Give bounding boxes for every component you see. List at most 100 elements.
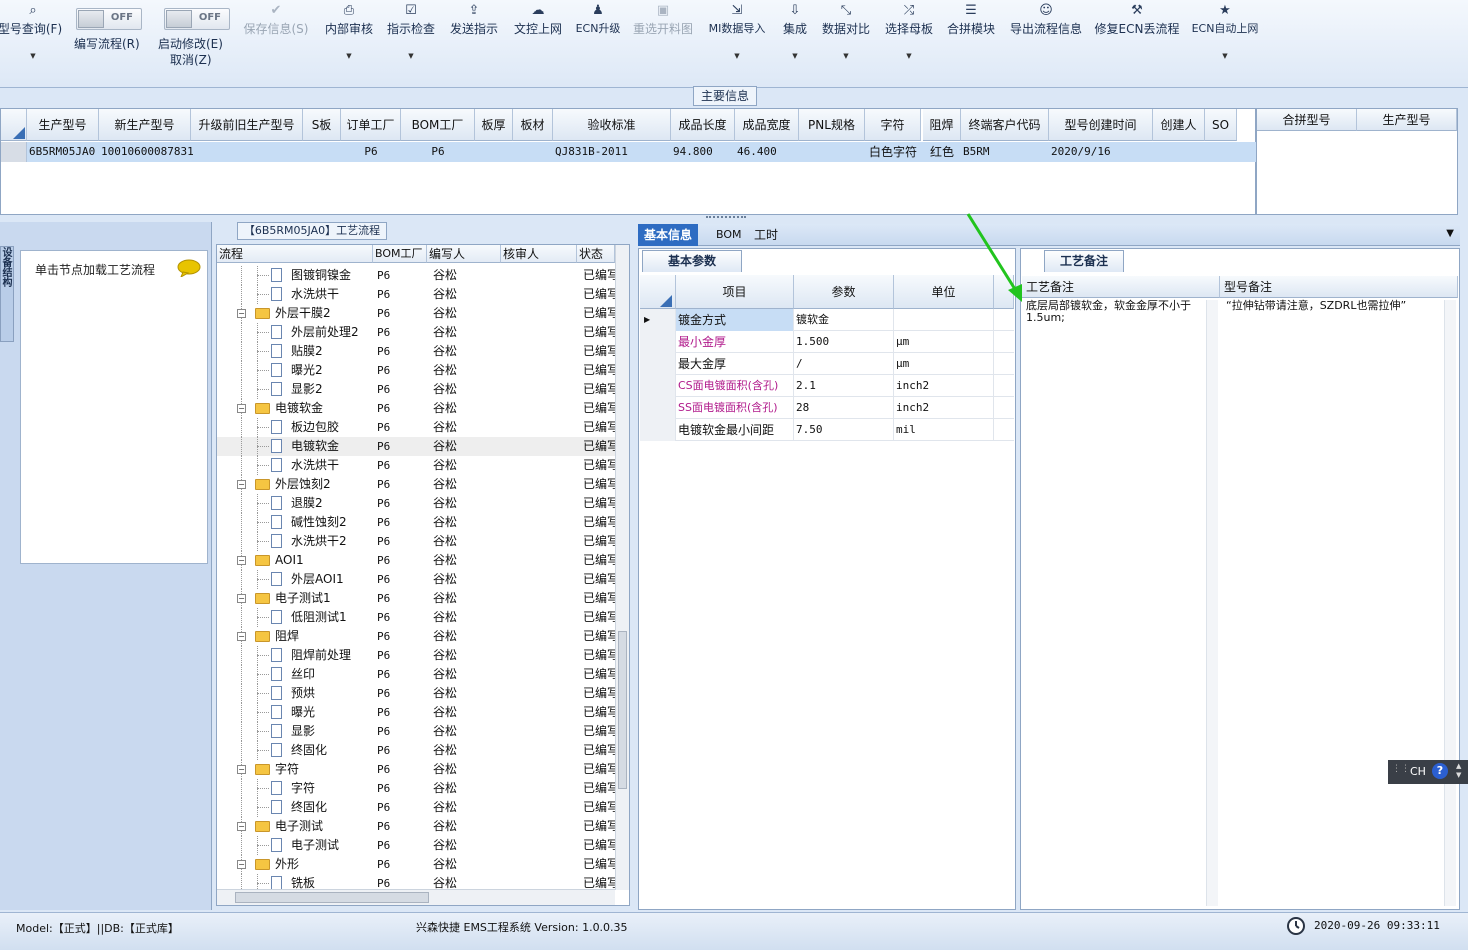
help-icon[interactable]: ? (1432, 763, 1448, 779)
tree-row[interactable]: 贴膜2 P6 谷松 已编写 (217, 342, 617, 361)
table-cell[interactable] (1155, 142, 1207, 162)
export-flow-info-button[interactable]: ☺ 导出流程信息 (1006, 0, 1086, 86)
column-header[interactable]: 字符 (865, 109, 921, 141)
table-cell[interactable]: P6 (401, 142, 475, 162)
table-cell[interactable] (305, 142, 343, 162)
table-cell[interactable]: 2020/9/16 (1051, 142, 1155, 162)
column-header[interactable]: 项目 (676, 275, 794, 309)
param-row[interactable]: CS面电镀面积(含孔) 2.1 inch2 (640, 375, 1014, 397)
tree-row[interactable]: 水洗烘干 P6 谷松 已编写 (217, 285, 617, 304)
tree-row[interactable]: 显影2 P6 谷松 已编写 (217, 380, 617, 399)
collapse-icon[interactable]: − (237, 765, 246, 774)
ecn-upgrade-button[interactable]: ♟ ECN升级 (574, 0, 622, 86)
model-note-scrollbar[interactable] (1444, 300, 1456, 906)
column-header[interactable]: 订单工厂 (341, 109, 401, 141)
column-header[interactable]: PNL规格 (799, 109, 865, 141)
tree-row[interactable]: 水洗烘干2 P6 谷松 已编写 (217, 532, 617, 551)
column-header[interactable]: 板材 (513, 109, 553, 141)
chevron-down-icon[interactable]: ▼ (1446, 228, 1454, 239)
column-header[interactable]: 工艺备注 (1022, 276, 1220, 298)
craft-note-scrollbar[interactable] (1206, 300, 1218, 906)
column-header[interactable]: 终端客户代码 (961, 109, 1049, 141)
select-motherboard-button[interactable]: ⤮ 选择母板 ▼ (882, 0, 936, 86)
column-header[interactable]: 成品宽度 (735, 109, 799, 141)
table-cell[interactable]: P6 (341, 142, 401, 162)
tree-row[interactable]: 低阻测试1 P6 谷松 已编写 (217, 608, 617, 627)
tab-basic-params[interactable]: 基本参数 (642, 250, 742, 272)
column-header[interactable]: 验收标准 (553, 109, 671, 141)
save-info-button[interactable]: ✔ 保存信息(S) (240, 0, 312, 86)
column-header[interactable]: S板 (303, 109, 341, 141)
column-header[interactable]: 编写人 (427, 245, 501, 263)
tree-row[interactable]: − 外形 P6 谷松 已编写 (217, 855, 617, 874)
tree-row[interactable]: 水洗烘干 P6 谷松 已编写 (217, 456, 617, 475)
column-header[interactable]: 生产型号 (27, 109, 99, 141)
tree-row[interactable]: − AOI1 P6 谷松 已编写 (217, 551, 617, 570)
param-value[interactable]: 7.50 (794, 419, 894, 441)
column-header[interactable]: 流程 (217, 245, 373, 263)
main-info-tab[interactable]: 主要信息 (693, 86, 757, 106)
collapse-icon[interactable]: − (237, 822, 246, 831)
merge-module-button[interactable]: ☰ 合拼模块 (944, 0, 998, 86)
param-value[interactable]: 1.500 (794, 331, 894, 353)
tree-row[interactable]: − 外层蚀刻2 P6 谷松 已编写 (217, 475, 617, 494)
table-cell[interactable] (1207, 142, 1239, 162)
integrate-button[interactable]: ⇩ 集成 ▼ (778, 0, 812, 86)
table-cell[interactable] (477, 142, 515, 162)
edit-flow-toggle[interactable]: OFF (76, 8, 142, 30)
tree-row[interactable]: 电子测试 P6 谷松 已编写 (217, 836, 617, 855)
tab-work-hours[interactable]: 工时 (748, 224, 784, 246)
param-row[interactable]: 最小金厚 1.500 μm (640, 331, 1014, 353)
table-cell[interactable]: 6B5RM05JA0 (29, 142, 101, 162)
column-header[interactable]: 创建人 (1153, 109, 1205, 141)
column-header[interactable]: 新生产型号 (99, 109, 191, 141)
column-header[interactable]: 生产型号 (1357, 109, 1457, 131)
tab-craft-notes[interactable]: 工艺备注 (1044, 250, 1124, 272)
column-header[interactable]: BOM工厂 (373, 245, 427, 263)
table-cell[interactable] (193, 142, 305, 162)
column-header[interactable]: 状态 (577, 245, 615, 263)
tree-row[interactable]: 显影 P6 谷松 已编写 (217, 722, 617, 741)
column-header[interactable]: 型号备注 (1220, 276, 1458, 298)
table-cell[interactable]: QJ831B-2011 (555, 142, 673, 162)
tree-vertical-scrollbar[interactable] (615, 245, 629, 890)
tree-row[interactable]: 阻焊前处理 P6 谷松 已编写 (217, 646, 617, 665)
internal-review-button[interactable]: ⎙ 内部审核 ▼ (322, 0, 376, 86)
table-row[interactable]: 6B5RM05JA0 10010600087831 P6 P6 QJ831B-2011 9… (1, 142, 1256, 162)
column-header[interactable]: 合拼型号 (1257, 109, 1357, 131)
collapse-icon[interactable]: − (237, 556, 246, 565)
table-cell[interactable]: 白色字符 (865, 142, 921, 162)
tree-row[interactable]: − 字符 P6 谷松 已编写 (217, 760, 617, 779)
data-compare-button[interactable]: ⤡ 数据对比 ▼ (818, 0, 874, 86)
tree-row[interactable]: 图镀铜镍金 P6 谷松 已编写 (217, 266, 617, 285)
param-value[interactable]: 2.1 (794, 375, 894, 397)
collapse-icon[interactable]: − (237, 860, 246, 869)
expand-icon[interactable]: ▲ ▼ (1456, 762, 1461, 780)
start-edit-toggle[interactable]: OFF (164, 8, 230, 30)
instruction-check-button[interactable]: ☑ 指示检查 ▼ (384, 0, 438, 86)
column-header[interactable]: 成品长度 (671, 109, 735, 141)
table-cell[interactable]: 10010600087831 (101, 142, 193, 162)
fix-ecn-lost-flow-button[interactable]: ⚒ 修复ECN丢流程 (1094, 0, 1180, 86)
splitter-grip[interactable] (706, 216, 746, 220)
column-header[interactable]: 参数 (794, 275, 894, 309)
param-row[interactable]: 电镀软金最小间距 7.50 mil (640, 419, 1014, 441)
scroll-thumb[interactable] (235, 892, 429, 903)
column-header[interactable]: 阻焊 (923, 109, 961, 141)
collapse-icon[interactable]: − (237, 309, 246, 318)
param-row[interactable]: 最大金厚 / μm (640, 353, 1014, 375)
tree-row[interactable]: − 电子测试1 P6 谷松 已编写 (217, 589, 617, 608)
column-header[interactable]: SO (1205, 109, 1237, 141)
doc-control-online-button[interactable]: ☁ 文控上网 (510, 0, 566, 86)
chat-bubble-icon[interactable] (177, 259, 201, 277)
tree-horizontal-scrollbar[interactable] (217, 889, 615, 905)
column-header[interactable]: 型号创建时间 (1049, 109, 1153, 141)
tree-row[interactable]: 终固化 P6 谷松 已编写 (217, 798, 617, 817)
collapse-icon[interactable]: − (237, 632, 246, 641)
param-row[interactable]: ▶ 镀金方式 镀软金 (640, 309, 1014, 331)
ime-language[interactable]: CH (1410, 765, 1426, 778)
tree-row[interactable]: 退膜2 P6 谷松 已编写 (217, 494, 617, 513)
param-value[interactable]: 28 (794, 397, 894, 419)
table-cell[interactable] (801, 142, 867, 162)
param-row[interactable]: SS面电镀面积(含孔) 28 inch2 (640, 397, 1014, 419)
